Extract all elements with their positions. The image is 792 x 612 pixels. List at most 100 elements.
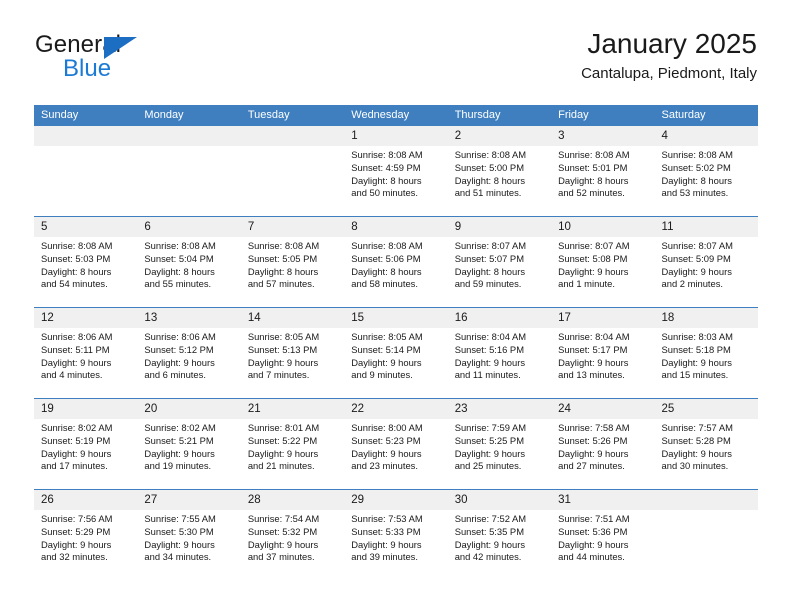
day-number: 3	[551, 126, 655, 147]
calendar-day-cell[interactable]: 20 Sunrise: 8:02 AM Sunset: 5:21 PM Dayligh…	[137, 398, 241, 490]
calendar-week-row: 19 Sunrise: 8:02 AM Sunset: 5:19 PM Dayligh…	[34, 398, 758, 490]
calendar-day-cell[interactable]: 1 Sunrise: 8:08 AM Sunset: 4:59 PM Daylight…	[344, 126, 448, 217]
daylight-text-line2: and 9 minutes.	[351, 369, 413, 381]
sun-info: Sunrise: 7:55 AM Sunset: 5:30 PM Daylight:…	[137, 510, 240, 563]
calendar-day-cell[interactable]: 25 Sunrise: 7:57 AM Sunset: 5:28 PM Dayligh…	[654, 398, 758, 490]
calendar-day-cell[interactable]: 24 Sunrise: 7:58 AM Sunset: 5:26 PM Dayligh…	[551, 398, 655, 490]
daylight-text-line1: Daylight: 9 hours	[558, 356, 629, 368]
sunset-text: Sunset: 5:02 PM	[661, 161, 731, 173]
calendar-day-cell[interactable]: 19 Sunrise: 8:02 AM Sunset: 5:19 PM Dayligh…	[34, 398, 138, 490]
sunrise-text: Sunrise: 8:08 AM	[41, 240, 113, 252]
calendar-day-cell[interactable]: 27 Sunrise: 7:55 AM Sunset: 5:30 PM Dayligh…	[137, 489, 241, 580]
day-number: 18	[654, 308, 758, 329]
sun-info: Sunrise: 8:08 AM Sunset: 5:00 PM Daylight:…	[448, 146, 551, 199]
day-number: 1	[344, 126, 448, 147]
calendar-day-cell[interactable]: 4 Sunrise: 8:08 AM Sunset: 5:02 PM Daylight…	[654, 126, 758, 217]
logo-text-blue: Blue	[63, 55, 112, 82]
day-number: 22	[344, 399, 448, 420]
sun-info: Sunrise: 8:06 AM Sunset: 5:11 PM Daylight:…	[34, 328, 137, 381]
daylight-text-line1: Daylight: 9 hours	[41, 356, 112, 368]
calendar-day-cell[interactable]: 5 Sunrise: 8:08 AM Sunset: 5:03 PM Daylight…	[34, 216, 138, 308]
sun-info: Sunrise: 7:52 AM Sunset: 5:35 PM Daylight:…	[448, 510, 551, 563]
day-number: 7	[240, 217, 345, 238]
daylight-text-line1: Daylight: 8 hours	[351, 174, 422, 186]
calendar-day-cell[interactable]: 29 Sunrise: 7:53 AM Sunset: 5:33 PM Dayligh…	[344, 489, 448, 580]
daylight-text-line2: and 53 minutes.	[661, 187, 729, 199]
general-blue-logo[interactable]: General Blue	[35, 28, 295, 90]
daylight-text-line2: and 34 minutes.	[144, 551, 212, 563]
daylight-text-line2: and 1 minute.	[558, 278, 615, 290]
calendar-day-cell[interactable]: 14 Sunrise: 8:05 AM Sunset: 5:13 PM Dayligh…	[240, 307, 345, 399]
sunset-text: Sunset: 5:26 PM	[558, 434, 628, 446]
day-number: 27	[137, 490, 241, 511]
daylight-text-line1: Daylight: 8 hours	[454, 265, 526, 277]
weekday-header-wednesday: Wednesday	[344, 105, 448, 126]
day-number: 15	[344, 308, 448, 329]
sun-info: Sunrise: 8:02 AM Sunset: 5:21 PM Daylight:…	[137, 419, 240, 472]
daylight-text-line1: Daylight: 9 hours	[351, 538, 422, 550]
calendar-day-cell[interactable]: 13 Sunrise: 8:06 AM Sunset: 5:12 PM Dayligh…	[137, 307, 241, 399]
calendar-day-cell[interactable]: 15 Sunrise: 8:05 AM Sunset: 5:14 PM Dayligh…	[344, 307, 448, 399]
day-number: 16	[447, 308, 552, 329]
calendar-header-row: Sunday Monday Tuesday Wednesday Thursday…	[34, 105, 758, 126]
calendar-day-cell[interactable]: 2 Sunrise: 8:08 AM Sunset: 5:00 PM Daylight…	[447, 126, 552, 217]
calendar-day-cell[interactable]: 30 Sunrise: 7:52 AM Sunset: 5:35 PM Dayligh…	[447, 489, 552, 580]
sunrise-text: Sunrise: 8:00 AM	[351, 422, 423, 434]
calendar-day-cell[interactable]: 10 Sunrise: 8:07 AM Sunset: 5:08 PM Dayligh…	[551, 216, 655, 308]
daylight-text-line2: and 23 minutes.	[351, 460, 418, 472]
calendar-day-cell[interactable]: 16 Sunrise: 8:04 AM Sunset: 5:16 PM Dayligh…	[447, 307, 552, 399]
sunset-text: Sunset: 5:06 PM	[351, 252, 421, 264]
sunrise-text: Sunrise: 8:05 AM	[351, 331, 423, 343]
calendar-day-cell[interactable]: 6 Sunrise: 8:08 AM Sunset: 5:04 PM Daylight…	[137, 216, 241, 308]
calendar-day-cell[interactable]: 21 Sunrise: 8:01 AM Sunset: 5:22 PM Dayligh…	[240, 398, 345, 490]
sun-info: Sunrise: 8:08 AM Sunset: 5:05 PM Daylight:…	[241, 237, 344, 290]
calendar-table: Sunday Monday Tuesday Wednesday Thursday…	[34, 105, 758, 580]
daylight-text-line2: and 21 minutes.	[247, 460, 315, 472]
daylight-text-line1: Daylight: 8 hours	[661, 174, 732, 186]
sunrise-text: Sunrise: 8:08 AM	[247, 240, 320, 252]
calendar-day-cell[interactable]: 7 Sunrise: 8:08 AM Sunset: 5:05 PM Daylight…	[240, 216, 345, 308]
sunset-text: Sunset: 5:25 PM	[454, 434, 524, 446]
sun-info: Sunrise: 7:53 AM Sunset: 5:33 PM Daylight:…	[344, 510, 447, 563]
sunset-text: Sunset: 5:09 PM	[661, 252, 731, 264]
sunrise-text: Sunrise: 8:08 AM	[661, 149, 733, 161]
calendar-day-cell[interactable]: 12 Sunrise: 8:06 AM Sunset: 5:11 PM Dayligh…	[34, 307, 138, 399]
sunrise-text: Sunrise: 8:01 AM	[247, 422, 320, 434]
calendar-day-cell[interactable]: 11 Sunrise: 8:07 AM Sunset: 5:09 PM Dayligh…	[654, 216, 758, 308]
calendar-day-cell[interactable]: 8 Sunrise: 8:08 AM Sunset: 5:06 PM Daylight…	[344, 216, 448, 308]
sunrise-text: Sunrise: 8:04 AM	[558, 331, 630, 343]
day-number: 9	[447, 217, 552, 238]
calendar-day-cell[interactable]: 3 Sunrise: 8:08 AM Sunset: 5:01 PM Daylight…	[551, 126, 655, 217]
daylight-text-line2: and 37 minutes.	[247, 551, 315, 563]
sunrise-text: Sunrise: 8:02 AM	[41, 422, 113, 434]
calendar-day-cell[interactable]: 18 Sunrise: 8:03 AM Sunset: 5:18 PM Dayligh…	[654, 307, 758, 399]
calendar-day-cell[interactable]: 26 Sunrise: 7:56 AM Sunset: 5:29 PM Dayligh…	[34, 489, 138, 580]
calendar-day-cell[interactable]: 28 Sunrise: 7:54 AM Sunset: 5:32 PM Dayligh…	[240, 489, 345, 580]
daylight-text-line2: and 15 minutes.	[661, 369, 729, 381]
sunset-text: Sunset: 5:32 PM	[247, 525, 318, 537]
weekday-header-thursday: Thursday	[447, 105, 552, 126]
sun-info: Sunrise: 7:56 AM Sunset: 5:29 PM Daylight:…	[34, 510, 137, 563]
calendar-day-cell[interactable]: 31 Sunrise: 7:51 AM Sunset: 5:36 PM Dayligh…	[551, 489, 655, 580]
location-subtitle: Cantalupa, Piedmont, Italy	[581, 65, 757, 83]
calendar-day-cell[interactable]: 23 Sunrise: 7:59 AM Sunset: 5:25 PM Dayligh…	[447, 398, 552, 490]
day-number	[240, 126, 345, 147]
sun-info: Sunrise: 8:06 AM Sunset: 5:12 PM Daylight:…	[137, 328, 240, 381]
weekday-header-sunday: Sunday	[34, 105, 138, 126]
day-number: 2	[447, 126, 552, 147]
calendar-day-cell[interactable]: 9 Sunrise: 8:07 AM Sunset: 5:07 PM Daylight…	[447, 216, 552, 308]
daylight-text-line1: Daylight: 9 hours	[41, 538, 112, 550]
weekday-header-tuesday: Tuesday	[240, 105, 345, 126]
sunset-text: Sunset: 5:29 PM	[41, 525, 111, 537]
calendar-day-cell[interactable]: 22 Sunrise: 8:00 AM Sunset: 5:23 PM Dayligh…	[344, 398, 448, 490]
sunset-text: Sunset: 5:35 PM	[454, 525, 524, 537]
daylight-text-line2: and 2 minutes.	[661, 278, 724, 290]
sunrise-text: Sunrise: 8:08 AM	[144, 240, 216, 252]
daylight-text-line2: and 25 minutes.	[454, 460, 522, 472]
daylight-text-line2: and 58 minutes.	[351, 278, 418, 290]
calendar-day-cell[interactable]: 17 Sunrise: 8:04 AM Sunset: 5:17 PM Dayligh…	[551, 307, 655, 399]
daylight-text-line2: and 57 minutes.	[247, 278, 315, 290]
calendar-week-row: 1 Sunrise: 8:08 AM Sunset: 4:59 PM Daylight…	[34, 126, 758, 217]
calendar-day-cell-empty	[34, 126, 138, 217]
daylight-text-line1: Daylight: 9 hours	[144, 447, 215, 459]
